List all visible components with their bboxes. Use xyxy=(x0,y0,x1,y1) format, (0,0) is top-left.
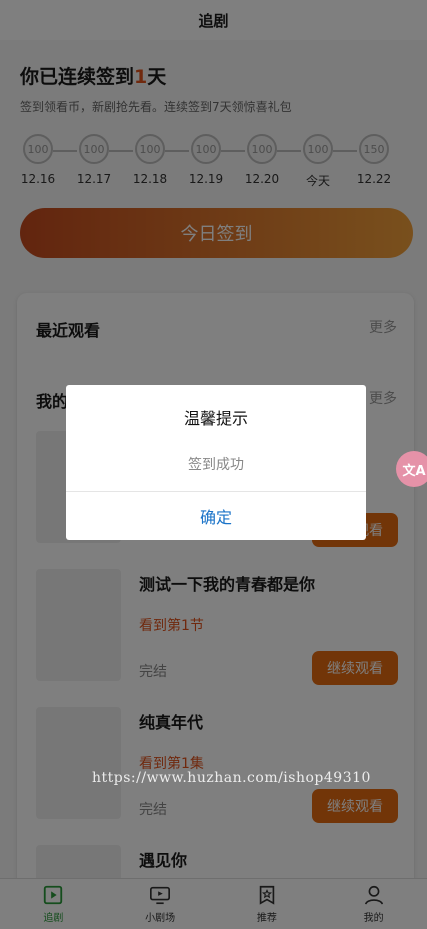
dialog-confirm-button[interactable]: 确定 xyxy=(66,492,366,540)
dialog-message: 签到成功 xyxy=(188,457,244,473)
watermark: https://www.huzhan.com/ishop49310 xyxy=(92,770,371,786)
dialog-title: 温馨提示 xyxy=(183,409,248,428)
translate-icon[interactable]: 文A xyxy=(396,451,427,487)
translate-icon-text: 文A xyxy=(402,463,426,479)
alert-dialog: 温馨提示 签到成功 确定 xyxy=(66,385,366,540)
